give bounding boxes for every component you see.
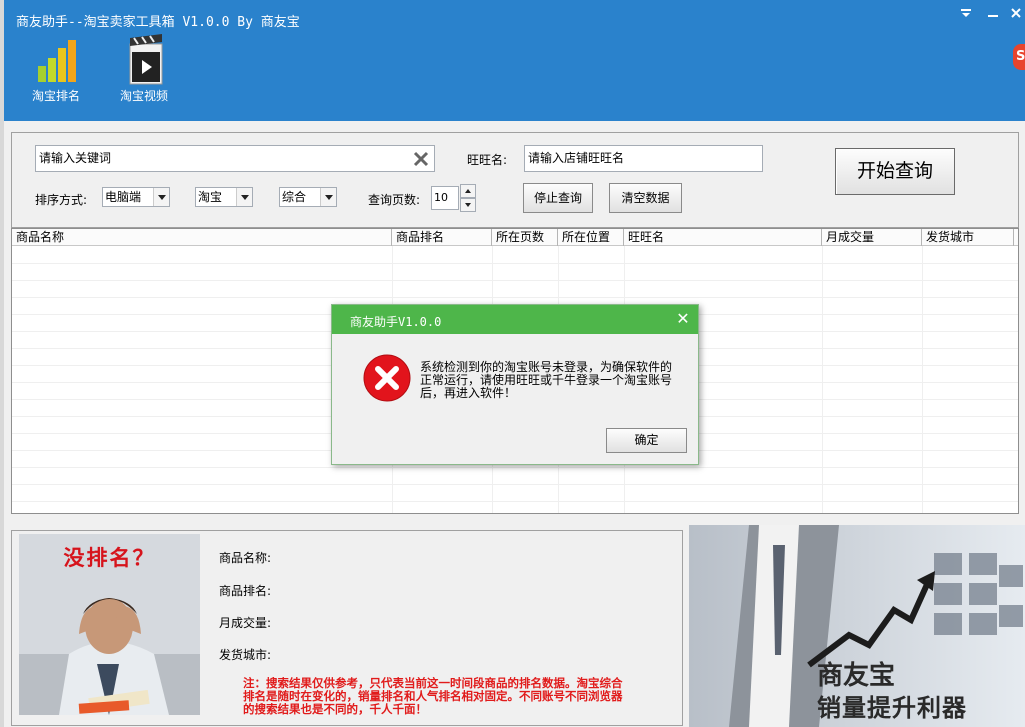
sort-label: 排序方式: [35,193,88,207]
sort-platform-select[interactable]: 电脑端 [102,187,170,207]
clapperboard-icon [129,34,163,85]
stepper-down-icon[interactable] [460,198,476,212]
column-header[interactable]: 旺旺名 [624,229,822,246]
sort-site-select[interactable]: 淘宝 [195,187,253,207]
promo-slogan: 销量提升利器 [817,693,967,722]
promo-brand: 商友宝 [817,661,896,691]
toolbar-item-label: 淘宝视频 [119,89,168,103]
wangwang-label: 旺旺名: [467,153,508,167]
dialog-message: 系统检测到你的淘宝账号未登录，为确保软件的正常运行，请使用旺旺或千牛登录一个淘宝… [420,360,673,400]
table-column-line [922,246,923,513]
close-icon[interactable] [1007,6,1025,24]
column-header[interactable]: 发货城市 [922,229,1014,246]
no-rank-banner: 没排名？ [63,545,156,570]
app-header: 商友助手--淘宝卖家工具箱 V1.0.0 By 商友宝 淘宝排名 淘宝视频 [4,0,1025,121]
table-row-line [12,467,1018,468]
pages-label: 查询页数: [368,193,421,207]
table-row-line [12,280,1018,281]
start-query-button[interactable]: 开始查询 [835,148,955,195]
ok-button[interactable]: 确定 [606,428,687,453]
window-title: 商友助手--淘宝卖家工具箱 V1.0.0 By 商友宝 [16,15,300,30]
toolbar-taobao-rank-button[interactable]: 淘宝排名 [16,34,96,108]
table-row-line [12,263,1018,264]
column-header[interactable]: 月成交量 [822,229,922,246]
stepper-up-icon[interactable] [460,184,476,198]
dialog-titlebar: 商友助手V1.0.0 ✕ [332,305,698,334]
table-row-line [12,297,1018,298]
promo-banner[interactable]: 商友宝 销量提升利器 [689,525,1025,727]
table-header: 商品名称 商品排名 所在页数 所在位置 旺旺名 月成交量 发货城市 [12,229,1018,246]
chevron-down-icon[interactable] [236,188,252,206]
keyword-input[interactable]: 请输入关键词 [35,145,435,172]
table-row-line [12,484,1018,485]
column-header[interactable]: 所在页数 [492,229,558,246]
select-value: 综合 [282,190,307,204]
sort-order-select[interactable]: 综合 [279,187,337,207]
field-product-rank: 商品排名: [219,584,272,598]
pages-stepper[interactable]: 10 [431,183,477,213]
menu-icon[interactable] [957,6,975,24]
minimize-icon[interactable] [984,6,1002,24]
toolbar-item-label: 淘宝排名 [31,89,80,103]
error-icon [363,354,411,402]
field-monthly-sales: 月成交量: [219,616,272,630]
pages-value-input[interactable]: 10 [431,186,459,210]
chevron-down-icon[interactable] [153,188,169,206]
close-icon[interactable]: ✕ [674,309,692,328]
column-header[interactable]: 所在位置 [558,229,624,246]
dialog-title: 商友助手V1.0.0 [350,315,442,329]
table-row-line [12,501,1018,502]
field-product-name: 商品名称: [219,551,272,565]
clear-keyword-icon[interactable] [411,149,431,169]
column-header[interactable]: 商品排名 [392,229,492,246]
field-ship-city: 发货城市: [219,648,272,662]
select-value: 淘宝 [198,190,223,204]
login-required-dialog: 商友助手V1.0.0 ✕ 系统检测到你的淘宝账号未登录，为确保软件的正常运行，请… [331,304,699,465]
column-header[interactable]: 商品名称 [12,229,392,246]
stressed-man-image: 没排名？ [19,534,200,715]
brand-logo-icon: S [1013,44,1025,70]
select-value: 电脑端 [105,190,142,204]
chevron-down-icon[interactable] [320,188,336,206]
disclaimer-note: 注：搜索结果仅供参考，只代表当前这一时间段商品的排名数据。淘宝综合排名是随时在变… [243,676,623,716]
shop-wangwang-input[interactable]: 请输入店铺旺旺名 [524,145,763,172]
search-panel: 请输入关键词 旺旺名: 请输入店铺旺旺名 排序方式: 电脑端 淘宝 综合 查询页… [11,132,1019,228]
detail-panel: 没排名？ 商品名称: 商品排名: 月成交量: 发货城市: 注：搜索结果仅供参考，… [11,530,683,726]
table-column-line [822,246,823,513]
clear-data-button[interactable]: 清空数据 [609,183,682,213]
stop-query-button[interactable]: 停止查询 [523,183,593,213]
toolbar-taobao-video-button[interactable]: 淘宝视频 [104,34,184,108]
bar-chart-icon [38,40,76,82]
